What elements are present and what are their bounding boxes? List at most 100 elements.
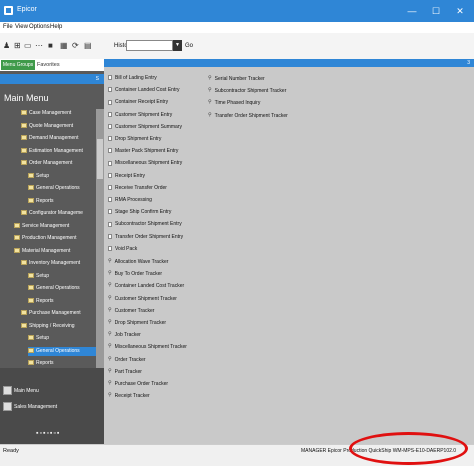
tree-node[interactable]: Order Management [21,159,96,168]
history-input[interactable] [126,40,173,51]
document-icon [108,209,112,215]
program-item[interactable]: Drop Shipment Entry [108,136,161,143]
minimize-button[interactable]: — [404,3,420,19]
program-item[interactable]: Miscellaneous Shipment Entry [108,160,182,167]
maximize-button[interactable]: ☐ [428,3,444,19]
tree-node[interactable]: Reports [28,197,96,206]
folder-icon [28,185,34,191]
program-item[interactable]: ⚲ Allocation Wave Tracker [108,258,168,266]
program-item[interactable]: ⚲ Subcontractor Shipment Tracker [208,87,286,95]
program-item[interactable]: Subcontractor Shipment Entry [108,221,182,228]
bottom-toolbar-icons[interactable]: ▪▫▪▫▪▫▪ [36,430,60,437]
window-icon[interactable]: ▭ [24,42,32,50]
program-item[interactable]: ⚲ Order Tracker [108,356,146,364]
program-item[interactable]: ⚲ Miscellaneous Shipment Tracker [108,343,187,351]
tree-node[interactable]: Production Management [14,234,96,243]
document-icon [108,197,112,203]
tree-icon[interactable]: ⊞ [14,42,22,50]
scrollbar-thumb[interactable] [97,139,103,179]
program-item[interactable]: Customer Shipment Entry [108,112,172,119]
left-panel: Menu Groups Favorites S Main Menu Case M… [0,59,104,444]
program-item[interactable]: Master Pack Shipment Entry [108,148,178,155]
folder-icon [28,347,34,353]
folder-icon [14,235,20,241]
refresh-icon[interactable]: ⟳ [72,42,80,50]
program-item[interactable]: Stage Ship Confirm Entry [108,209,171,216]
tab-menu-groups[interactable]: Menu Groups [1,60,35,70]
save-icon[interactable]: ■ [48,42,56,50]
close-button[interactable]: ✕ [452,3,468,19]
tree-node[interactable]: Reports [28,297,96,306]
program-item[interactable]: Bill of Lading Entry [108,75,157,82]
menu-options[interactable]: Options [29,24,50,30]
tab-favorites[interactable]: Favorites [37,60,60,70]
tree-node[interactable]: Estimation Management [21,147,96,156]
program-item[interactable]: ⚲ Serial Number Tracker [208,75,265,83]
tree-node[interactable]: Shipping / Receiving [21,322,96,331]
program-item[interactable]: ⚲ Purchase Order Tracker [108,380,168,388]
program-item[interactable]: Container Landed Cost Entry [108,87,179,94]
program-item-label: Miscellaneous Shipment Entry [115,160,183,167]
menu-file[interactable]: File [3,24,13,30]
menu-view[interactable]: View [15,24,28,30]
search-tracker-icon: ⚲ [208,87,212,94]
program-item[interactable]: ⚲ Receipt Tracker [108,392,150,400]
tree-node[interactable]: Reports [28,359,96,368]
program-item[interactable]: Customer Shipment Summary [108,124,182,131]
document-icon [108,123,112,129]
tree-node-label: Reports [36,360,54,366]
program-item[interactable]: ⚲ Customer Shipment Tracker [108,295,177,303]
program-item[interactable]: RMA Processing [108,197,152,204]
bottom-item-main-menu[interactable]: Main Menu [14,388,39,394]
tree-node[interactable]: Setup [28,272,96,281]
menu-bar: File View Options Help [0,22,474,33]
tree-node[interactable]: Purchase Management [21,309,96,318]
program-item[interactable]: ⚲ Time Phased Inquiry [208,99,260,107]
grid-icon[interactable]: ▦ [60,42,68,50]
tree-node[interactable]: Service Management [14,222,96,231]
program-item[interactable]: Receipt Entry [108,173,145,180]
program-item-label: Subcontractor Shipment Entry [115,221,182,228]
tree-node[interactable]: Setup [28,172,96,181]
tree-node-label: Reports [36,197,54,204]
program-item[interactable]: ⚲ Transfer Order Shipment Tracker [208,112,288,120]
program-item[interactable]: ⚲ Container Landed Cost Tracker [108,282,184,290]
program-item[interactable]: ⚲ Customer Tracker [108,307,154,315]
tree-node[interactable]: General Operations [28,284,96,293]
tree-node[interactable]: Demand Management [21,134,96,143]
program-item[interactable]: Container Receipt Entry [108,99,168,106]
program-item[interactable]: ⚲ Buy To Order Tracker [108,270,162,278]
tree-node[interactable]: General Operations [28,346,96,356]
program-item[interactable]: ⚲ Drop Shipment Tracker [108,319,166,327]
folder-icon [28,272,34,278]
document-icon [108,172,112,178]
folder-icon [21,322,27,328]
program-item-label: Job Tracker [114,332,141,339]
program-item[interactable]: Receive Transfer Order [108,185,167,192]
history-dropdown-button[interactable]: ▼ [173,40,182,51]
program-item[interactable]: Void Pack [108,246,137,253]
tree-node[interactable]: Quote Management [21,122,96,131]
clipboard-icon[interactable]: ▤ [84,42,92,50]
tree-node[interactable]: Setup [28,334,96,343]
menu-tree[interactable]: Case Management Quote Management Demand Ma… [0,109,96,405]
tree-node-label: Case Management [29,110,72,116]
program-item[interactable]: ⚲ Job Tracker [108,331,141,339]
tree-node[interactable]: Material Management [14,247,96,256]
user-icon[interactable]: ♟ [3,42,11,50]
tree-node[interactable]: General Operations [28,184,96,193]
tree-node[interactable]: Configurator Manageme [21,209,96,218]
search-tracker-icon: ⚲ [208,75,212,81]
tree-node-label: Estimation Management [29,147,83,154]
tree-node[interactable]: Inventory Management [21,259,96,268]
program-item[interactable]: ⚲ Part Tracker [108,368,142,376]
menu-help[interactable]: Help [50,24,62,30]
dots-icon[interactable]: ⋯ [35,42,43,50]
bottom-item-sales-management[interactable]: Sales Management [14,404,57,410]
folder-icon [21,160,27,166]
go-button[interactable]: Go [185,43,193,49]
program-item[interactable]: Transfer Order Shipment Entry [108,234,183,241]
tree-scrollbar[interactable] [96,109,104,405]
tree-node[interactable]: Case Management [21,109,96,118]
program-item-label: RMA Processing [115,197,152,203]
